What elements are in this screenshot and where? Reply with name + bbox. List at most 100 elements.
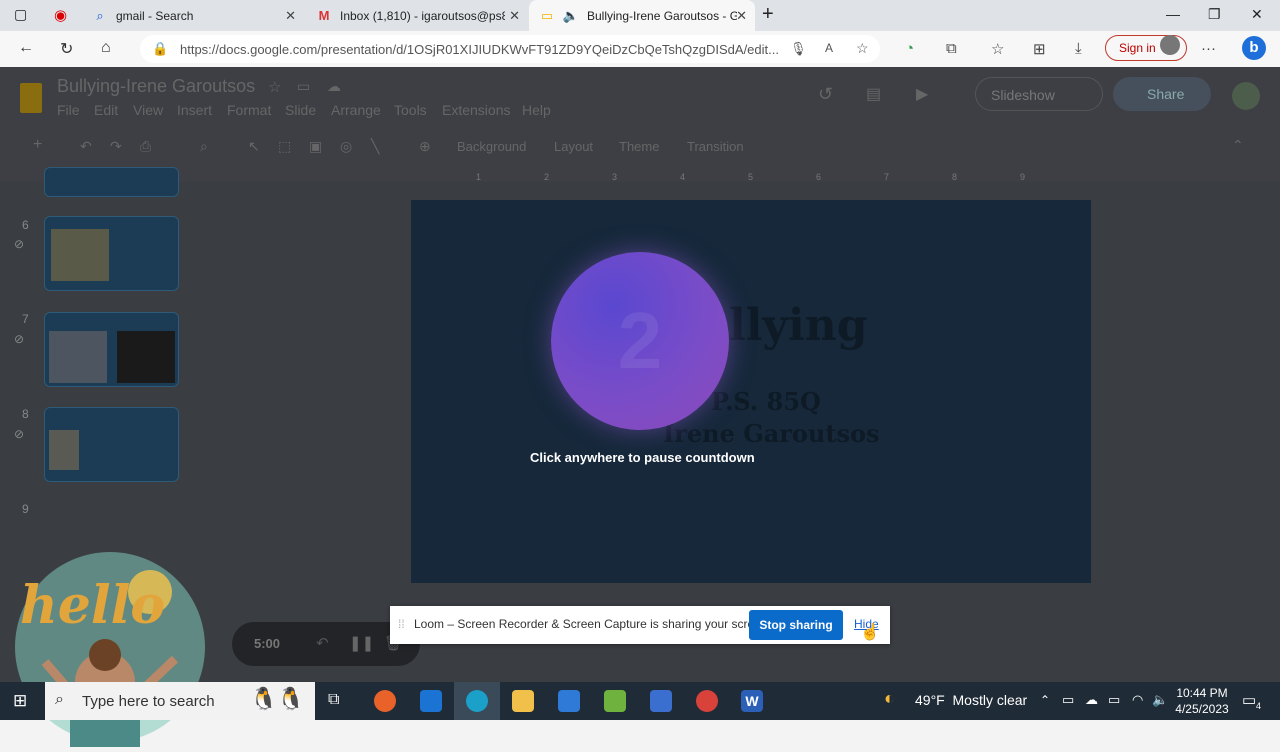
menu-arrange[interactable]: Arrange [331, 102, 381, 118]
comments-icon[interactable]: ▤ [866, 84, 881, 104]
ruler-tick: 7 [884, 172, 890, 182]
toolbar-transition[interactable]: Transition [687, 139, 744, 154]
refresh-icon[interactable]: ↻ [60, 39, 73, 59]
tab-slides[interactable]: ▭ 🔈 Bullying-Irene Garoutsos - G ✕ [529, 0, 755, 31]
close-icon[interactable]: ✕ [285, 8, 296, 24]
window-close-icon[interactable]: ✕ [1251, 6, 1263, 23]
drag-handle-icon[interactable]: ⁞⁞ [398, 617, 405, 631]
tab-gmail-search[interactable]: ⌕ gmail - Search ✕ [82, 0, 304, 31]
toolbar-theme[interactable]: Theme [619, 139, 659, 154]
line-icon[interactable]: ╲ [371, 138, 379, 155]
browser-tab-strip: ▢ ◉ ⌕ gmail - Search ✕ M Inbox (1,810) -… [0, 0, 1280, 31]
firefox-icon[interactable] [374, 690, 396, 712]
menu-view[interactable]: View [133, 102, 163, 118]
favorite-add-icon[interactable]: ☆ [856, 40, 869, 57]
collections-icon[interactable]: ⊞ [1033, 40, 1046, 58]
read-aloud-icon[interactable]: A [825, 41, 833, 55]
slide-thumbnail[interactable] [44, 407, 179, 482]
close-icon[interactable]: ✕ [736, 8, 747, 24]
weather-widget[interactable]: 49°F Mostly clear [915, 692, 1027, 708]
slideshow-button[interactable]: Slideshow [975, 77, 1103, 111]
slide-subtitle-school: P.S. 85Q [711, 387, 821, 416]
history-icon[interactable]: ↺ [818, 84, 833, 105]
image-icon[interactable]: ▣ [309, 138, 322, 155]
record-icon[interactable]: ◉ [54, 6, 67, 24]
task-view-icon[interactable]: ⧉ [328, 691, 339, 709]
stop-sharing-button[interactable]: Stop sharing [749, 610, 843, 640]
meet-icon[interactable]: ▶ [916, 84, 928, 104]
countdown-message[interactable]: Click anywhere to pause countdown [530, 450, 755, 465]
calculator-icon[interactable] [650, 690, 672, 712]
slide-thumbnail[interactable] [44, 216, 179, 291]
textbox-icon[interactable]: ⬚ [278, 138, 291, 155]
menu-format[interactable]: Format [227, 102, 271, 118]
new-slide-icon[interactable]: + [33, 136, 42, 154]
slide-thumbnail[interactable] [44, 312, 179, 387]
restart-icon[interactable]: ↶ [316, 634, 329, 652]
wifi-icon[interactable]: ◠ [1132, 692, 1143, 708]
account-avatar[interactable] [1232, 82, 1260, 110]
microphone-icon[interactable]: 🎙 [790, 41, 807, 57]
mail-icon[interactable] [420, 690, 442, 712]
menu-tools[interactable]: Tools [394, 102, 427, 118]
battery-icon[interactable]: ▭ [1108, 692, 1120, 708]
ruler-tick: 8 [952, 172, 958, 182]
grammarly-icon[interactable]: ◔ [905, 40, 914, 57]
document-title[interactable]: Bullying-Irene Garoutsos [57, 76, 255, 97]
toolbar-layout[interactable]: Layout [554, 139, 593, 154]
restore-icon[interactable]: ❐ [1208, 6, 1221, 23]
more-icon[interactable]: ··· [1201, 40, 1216, 57]
toolbar-background[interactable]: Background [457, 139, 526, 154]
volume-icon[interactable]: 🔈 [1152, 692, 1168, 708]
undo-icon[interactable]: ↶ [80, 138, 92, 155]
taskbar-search[interactable]: ⌕ Type here to search 🐧🐧 [45, 682, 315, 720]
new-tab-icon[interactable]: + [762, 3, 774, 26]
address-bar[interactable]: 🔒 https://docs.google.com/presentation/d… [140, 35, 880, 63]
onedrive-icon[interactable]: ☁ [1085, 692, 1098, 708]
windows-start-icon[interactable]: ⊞ [13, 691, 27, 711]
file-explorer-icon[interactable] [512, 690, 534, 712]
print-icon[interactable]: ⎙ [140, 138, 151, 155]
minimize-icon[interactable]: — [1166, 6, 1180, 22]
bing-icon[interactable]: b [1242, 36, 1266, 60]
downloads-icon[interactable]: ⤓ [1075, 40, 1082, 57]
favorites-icon[interactable]: ☆ [991, 40, 1004, 58]
extensions-icon[interactable]: ⧉ [946, 40, 957, 57]
store-icon[interactable] [558, 690, 580, 712]
mouse-cursor-icon: ☝ [860, 624, 880, 641]
chrome-icon[interactable] [696, 690, 718, 712]
move-folder-icon[interactable]: ▭ [297, 78, 310, 95]
slide-canvas[interactable]: llying P.S. 85Q Irene Garoutsos [411, 200, 1091, 583]
slide-thumbnail[interactable] [44, 167, 179, 197]
countdown-orb[interactable]: 2 [551, 252, 729, 430]
meet-now-icon[interactable]: ▭ [1062, 692, 1074, 708]
menu-edit[interactable]: Edit [94, 102, 118, 118]
comment-add-icon[interactable]: ⊕ [419, 138, 431, 155]
tab-gmail-inbox[interactable]: M Inbox (1,810) - igaroutsos@ps85 ✕ [306, 0, 528, 31]
lock-icon[interactable]: 🔒 [152, 41, 168, 57]
zoom-icon[interactable]: ⌕ [200, 138, 208, 155]
collapse-toolbar-icon[interactable]: ⌃ [1232, 137, 1244, 154]
home-icon[interactable]: ⌂ [101, 39, 111, 57]
redo-icon[interactable]: ↷ [110, 138, 122, 155]
menu-slide[interactable]: Slide [285, 102, 316, 118]
pause-icon[interactable]: ❚❚ [349, 634, 374, 652]
close-icon[interactable]: ✕ [509, 8, 520, 24]
star-icon[interactable]: ☆ [268, 78, 281, 96]
shape-icon[interactable]: ◎ [340, 138, 352, 155]
chevron-up-icon[interactable]: ⌃ [1040, 693, 1050, 707]
stack-icon[interactable] [604, 690, 626, 712]
menu-insert[interactable]: Insert [177, 102, 212, 118]
tab-actions-icon[interactable]: ▢ [14, 6, 27, 23]
share-button[interactable]: Share [1113, 77, 1211, 111]
edge-icon[interactable] [466, 690, 488, 712]
select-icon[interactable]: ↖ [248, 138, 260, 155]
notifications-icon[interactable]: ▭ [1242, 691, 1256, 709]
menu-file[interactable]: File [57, 102, 80, 118]
word-icon[interactable]: W [741, 690, 763, 712]
taskbar-clock[interactable]: 10:44 PM 4/25/2023 [1172, 685, 1232, 717]
loom-sharing-bar: ⁞⁞ Loom – Screen Recorder & Screen Captu… [390, 606, 890, 644]
menu-help[interactable]: Help [522, 102, 551, 118]
back-icon[interactable]: ← [18, 39, 34, 57]
menu-extensions[interactable]: Extensions [442, 102, 510, 118]
